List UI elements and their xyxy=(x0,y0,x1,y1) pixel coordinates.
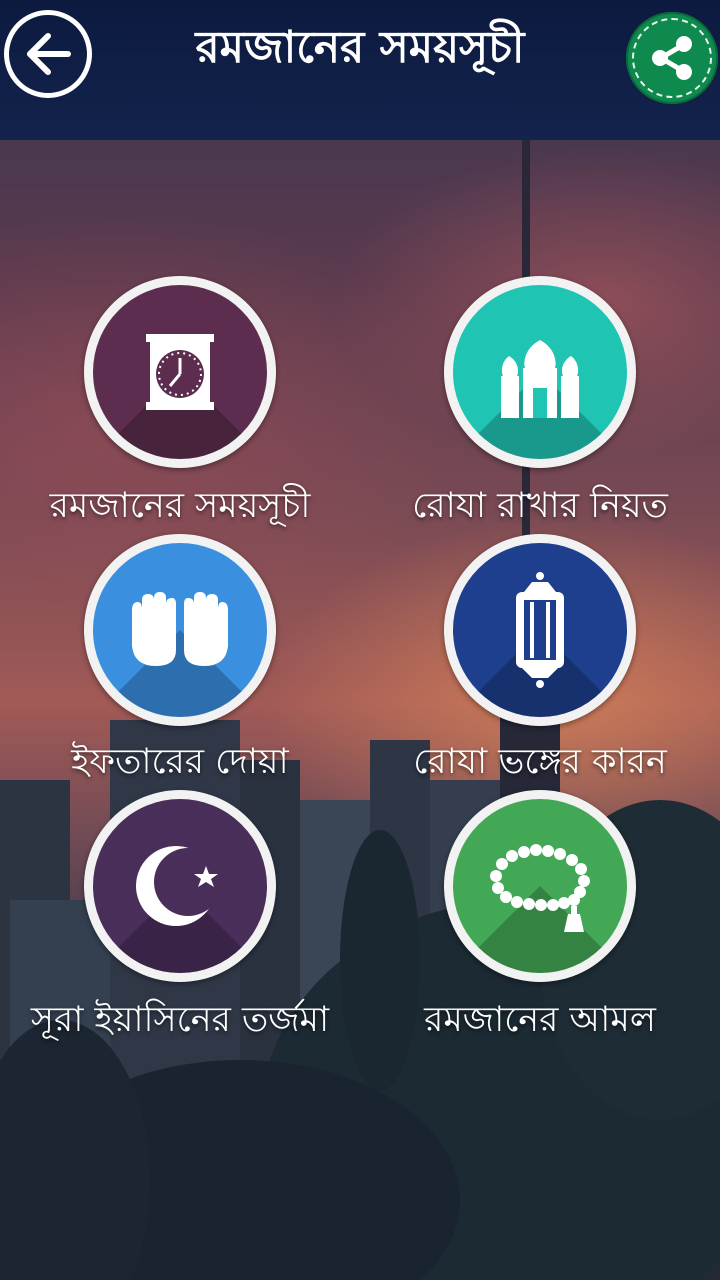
crescent-star-icon xyxy=(136,846,222,926)
mosque-icon xyxy=(501,330,579,418)
menu-icon-button[interactable] xyxy=(444,534,636,726)
menu-label: রোযা ভঙ্গের কারন xyxy=(413,742,667,782)
menu-icon-bg xyxy=(453,799,627,973)
menu-label: সূরা ইয়াসিনের তর্জমা xyxy=(30,1000,330,1040)
prayer-beads-icon xyxy=(490,844,590,932)
arrow-left-icon xyxy=(27,33,71,75)
page-title: রমজানের সময়সূচী xyxy=(195,22,525,73)
menu-tile-iftar-dua[interactable]: ইফতারের দোয়া xyxy=(0,534,360,790)
praying-hands-icon xyxy=(132,592,228,666)
menu-icon-button[interactable] xyxy=(84,790,276,982)
share-button[interactable] xyxy=(626,12,718,104)
menu-icon-bg xyxy=(93,285,267,459)
menu-tile-fast-breaking-causes[interactable]: রোযা ভঙ্গের কারন xyxy=(360,534,720,790)
menu-icon-bg xyxy=(453,285,627,459)
menu-icon-button[interactable] xyxy=(84,534,276,726)
menu-icon-button[interactable] xyxy=(444,790,636,982)
menu-label: রোযা রাখার নিয়ত xyxy=(412,486,668,526)
menu-tile-ramadan-schedule[interactable]: রমজানের সময়সূচী xyxy=(0,276,360,532)
menu-icon-button[interactable] xyxy=(84,276,276,468)
menu-tile-ramadan-deeds[interactable]: রমজানের আমল xyxy=(360,790,720,1046)
menu-icon-bg xyxy=(93,543,267,717)
lantern-icon xyxy=(516,572,564,688)
back-button[interactable] xyxy=(4,10,92,98)
menu-label: ইফতারের দোয়া xyxy=(71,742,289,782)
menu-icon-bg xyxy=(93,799,267,973)
menu-icon-button[interactable] xyxy=(444,276,636,468)
menu-icon-bg xyxy=(453,543,627,717)
share-icon xyxy=(652,36,692,80)
menu-tile-fasting-intention[interactable]: রোযা রাখার নিয়ত xyxy=(360,276,720,532)
menu-label: রমজানের সময়সূচী xyxy=(49,486,311,526)
app-header: রমজানের সময়সূচী xyxy=(0,0,720,140)
menu-tile-surah-yasin[interactable]: সূরা ইয়াসিনের তর্জমা xyxy=(0,790,360,1046)
menu-label: রমজানের আমল xyxy=(424,1000,656,1040)
clock-icon xyxy=(146,334,214,410)
